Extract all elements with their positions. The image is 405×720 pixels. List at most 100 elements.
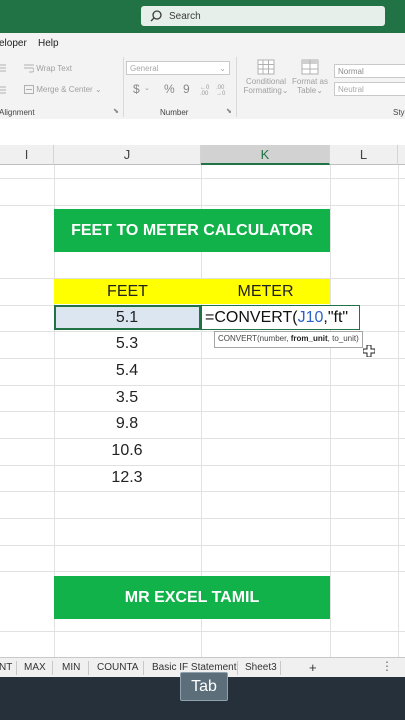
tabs-options-icon[interactable]: ⋮ bbox=[381, 659, 393, 673]
style-neutral[interactable]: Neutral bbox=[334, 82, 405, 96]
chevron-down-icon: ⌄ bbox=[281, 86, 289, 95]
row-line bbox=[0, 465, 405, 466]
chevron-down-icon: ⌄ bbox=[219, 64, 226, 73]
feet-value-cell[interactable]: 3.5 bbox=[54, 389, 200, 407]
title-bar: Search bbox=[0, 0, 405, 33]
number-format-dropdown[interactable]: General ⌄ bbox=[126, 61, 230, 75]
ribbon-divider bbox=[236, 57, 237, 117]
feet-value-cell[interactable]: 5.3 bbox=[54, 335, 200, 353]
tab-divider bbox=[88, 661, 89, 675]
wrap-text-icon bbox=[24, 64, 35, 73]
crosshair-cursor-icon bbox=[363, 345, 375, 357]
sheet-tab[interactable]: COUNTA bbox=[97, 662, 138, 673]
percent-button[interactable]: % bbox=[164, 82, 175, 96]
add-sheet-button[interactable]: + bbox=[309, 660, 317, 675]
row-line bbox=[0, 518, 405, 519]
outdent-icon[interactable] bbox=[0, 85, 6, 95]
comma-style-button[interactable]: 9 bbox=[183, 82, 190, 96]
merge-dropdown-icon[interactable]: ⌄ bbox=[95, 85, 102, 94]
sheet-tab[interactable]: MAX bbox=[24, 662, 46, 673]
meter-header-cell[interactable]: METER bbox=[201, 279, 330, 304]
conditional-formatting-label-1: Conditional bbox=[245, 77, 287, 86]
format-as-table-button[interactable]: Format as Table⌄ bbox=[292, 59, 328, 95]
indent-icon[interactable] bbox=[0, 63, 6, 73]
menu-item-developer[interactable]: eloper bbox=[0, 38, 27, 49]
column-header-i[interactable]: I bbox=[0, 145, 54, 165]
decrease-decimal-icon[interactable]: .00→0 bbox=[216, 83, 229, 95]
styles-group-label: Styl bbox=[393, 108, 405, 117]
svg-text:→0: →0 bbox=[216, 91, 226, 95]
merge-center-icon bbox=[24, 85, 34, 95]
sheet-tab[interactable]: MIN bbox=[62, 662, 80, 673]
column-header-l[interactable]: L bbox=[330, 145, 398, 165]
svg-text:.00: .00 bbox=[200, 91, 209, 95]
keypress-overlay: Tab bbox=[180, 672, 228, 701]
row-line bbox=[0, 358, 405, 359]
sheet-tab[interactable]: Sheet3 bbox=[245, 662, 277, 673]
search-icon bbox=[150, 10, 162, 22]
row-line bbox=[0, 205, 405, 206]
tab-divider bbox=[280, 661, 281, 675]
menu-bar: eloper Help bbox=[0, 33, 405, 53]
menu-item-help[interactable]: Help bbox=[38, 38, 59, 49]
calculator-title: FEET TO METER CALCULATOR bbox=[71, 222, 313, 239]
feet-value-cell[interactable]: 10.6 bbox=[54, 442, 200, 460]
row-line bbox=[0, 545, 405, 546]
formula-edit-cell-k10[interactable]: =CONVERT(J10,"ft" bbox=[201, 305, 360, 330]
alignment-launcher-icon[interactable]: ⬊ bbox=[113, 107, 119, 115]
search-label: Search bbox=[169, 10, 201, 22]
format-as-table-label-1: Format as bbox=[292, 77, 329, 86]
feet-value-cell[interactable]: 5.4 bbox=[54, 362, 200, 380]
feet-value-cell[interactable]: 9.8 bbox=[54, 415, 200, 433]
footer-text: MR EXCEL TAMIL bbox=[124, 589, 260, 606]
column-header-m[interactable] bbox=[398, 145, 405, 165]
wrap-text-button[interactable]: Wrap Text bbox=[24, 64, 72, 73]
tooltip-active-arg: from_unit bbox=[290, 334, 328, 343]
formula-area-spacer bbox=[0, 119, 405, 145]
ribbon-divider bbox=[123, 57, 124, 117]
tab-divider bbox=[143, 661, 144, 675]
row-line bbox=[0, 411, 405, 412]
calculator-title-banner[interactable]: FEET TO METER CALCULATOR bbox=[54, 209, 330, 252]
chevron-down-icon: ⌄ bbox=[316, 86, 323, 95]
footer-banner[interactable]: MR EXCEL TAMIL bbox=[54, 576, 330, 619]
feet-value-cell[interactable]: 12.3 bbox=[54, 469, 200, 487]
column-line bbox=[398, 165, 399, 657]
column-line bbox=[330, 165, 331, 657]
style-normal[interactable]: Normal bbox=[334, 64, 405, 78]
column-header-j[interactable]: J bbox=[54, 145, 201, 165]
alignment-group-label: Alignment bbox=[0, 108, 35, 117]
number-format-value: General bbox=[130, 64, 159, 73]
number-launcher-icon[interactable]: ⬊ bbox=[226, 107, 232, 115]
conditional-formatting-label-2: Formatting bbox=[243, 86, 282, 95]
function-tooltip[interactable]: CONVERT(number, from_unit, to_unit) bbox=[214, 331, 363, 348]
conditional-formatting-button[interactable]: Conditional Formatting⌄ bbox=[242, 59, 290, 95]
feet-header-cell[interactable]: FEET bbox=[54, 279, 201, 304]
currency-dropdown-icon[interactable]: ⌄ bbox=[144, 84, 150, 92]
style-neutral-label: Neutral bbox=[338, 85, 364, 94]
row-line bbox=[0, 631, 405, 632]
tooltip-end: , to_unit) bbox=[327, 334, 359, 343]
feet-value-cell[interactable]: 5.1 bbox=[54, 309, 200, 327]
meter-header-label: METER bbox=[237, 283, 294, 300]
tab-divider bbox=[237, 661, 238, 675]
tab-divider bbox=[52, 661, 53, 675]
row-line bbox=[0, 178, 405, 179]
search-box[interactable]: Search bbox=[141, 6, 385, 26]
feet-header-label: FEET bbox=[107, 283, 148, 300]
formula-suffix: ,"ft" bbox=[323, 309, 349, 326]
merge-center-label: Merge & Center bbox=[36, 85, 93, 94]
row-line bbox=[0, 491, 405, 492]
ribbon: Wrap Text Merge & Center ⌄ Alignment ⬊ G… bbox=[0, 53, 405, 120]
formula-cell-ref: J10 bbox=[297, 309, 324, 326]
format-as-table-label-2: Table bbox=[297, 86, 317, 95]
merge-center-button[interactable]: Merge & Center ⌄ bbox=[24, 85, 102, 95]
increase-decimal-icon[interactable]: ←0.00 bbox=[200, 83, 213, 95]
conditional-formatting-icon bbox=[257, 59, 275, 75]
column-header-k[interactable]: K bbox=[201, 145, 330, 165]
currency-button[interactable]: $ bbox=[133, 82, 140, 96]
row-line bbox=[0, 385, 405, 386]
row-line bbox=[0, 571, 405, 572]
sheet-tab[interactable]: NT bbox=[0, 662, 12, 673]
style-normal-label: Normal bbox=[338, 67, 364, 76]
